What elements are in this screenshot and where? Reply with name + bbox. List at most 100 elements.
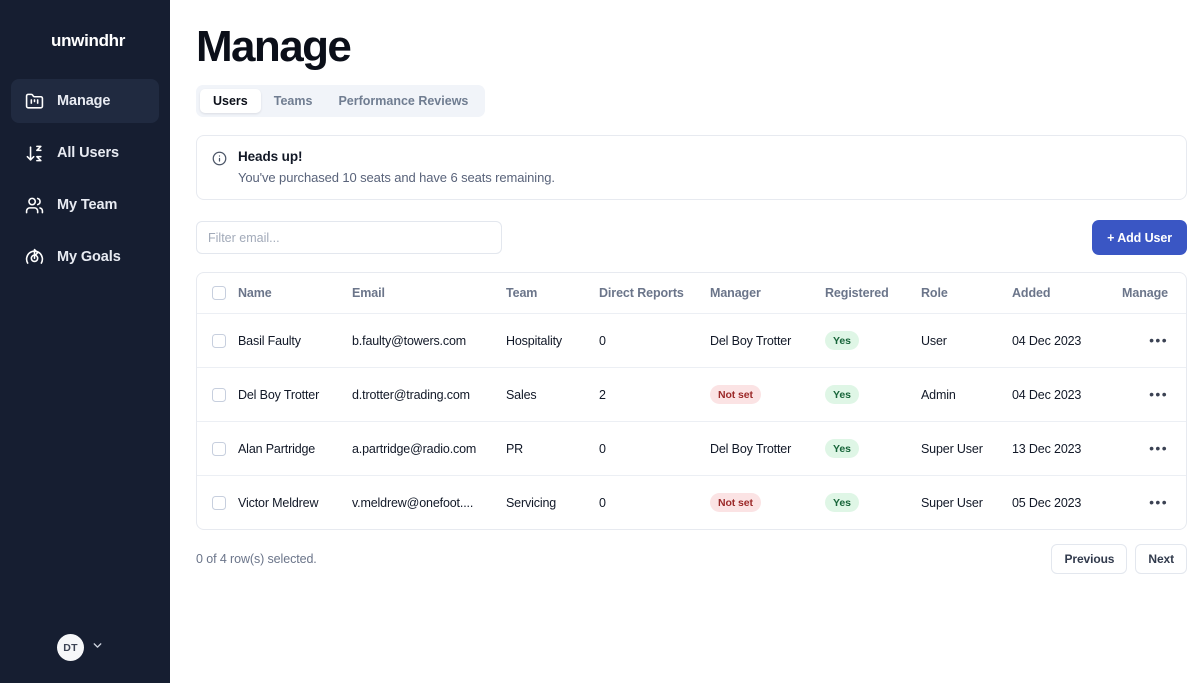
cell-team: PR: [506, 421, 599, 477]
add-user-button[interactable]: + Add User: [1092, 220, 1187, 256]
sidebar-item-my-goals[interactable]: My Goals: [11, 235, 159, 279]
cell-direct-reports: 0: [599, 421, 710, 477]
table-row: Alan Partridge a.partridge@radio.com PR …: [197, 421, 1186, 477]
cell-manage: •••: [1112, 476, 1186, 530]
row-actions-menu-icon[interactable]: •••: [1149, 441, 1168, 455]
cell-role: Super User: [921, 495, 983, 510]
cell-added: 04 Dec 2023: [1012, 367, 1112, 423]
cell-team: Sales: [506, 367, 599, 423]
cell-direct-reports: 0: [599, 495, 606, 510]
row-checkbox[interactable]: [212, 387, 226, 402]
page-title: Manage: [196, 22, 352, 71]
cell-manager: Not set: [710, 367, 825, 423]
status-badge: Yes: [825, 331, 859, 351]
cell-direct-reports: 2: [599, 367, 710, 423]
select-all-checkbox[interactable]: [212, 286, 226, 301]
status-badge: Yes: [825, 385, 859, 405]
tab-bar: Users Teams Performance Reviews: [196, 85, 486, 118]
cell-team: Hospitality: [506, 313, 599, 369]
row-select-cell: [197, 421, 238, 477]
cell-registered: Yes: [825, 367, 921, 423]
cell-direct-reports: 0: [599, 313, 710, 369]
app-logo: unwindhr: [51, 31, 126, 50]
pagination: Previous Next: [1051, 544, 1187, 575]
cell-name: Del Boy Trotter: [238, 367, 352, 423]
cell-role: User: [921, 313, 1012, 369]
next-page-button[interactable]: Next: [1135, 544, 1187, 575]
cell-manager: Not set: [710, 476, 825, 530]
cell-manage: •••: [1112, 313, 1186, 369]
row-checkbox[interactable]: [212, 495, 226, 510]
column-header-added[interactable]: Added: [1012, 273, 1112, 315]
column-header-team[interactable]: Team: [506, 273, 599, 315]
cell-email: v.meldrew@onefoot....: [352, 495, 474, 510]
column-header-email[interactable]: Email: [352, 273, 506, 315]
cell-name: Alan Partridge: [238, 421, 352, 477]
manager-not-set-badge: Not set: [710, 493, 761, 513]
sidebar-item-all-users[interactable]: All Users: [11, 131, 159, 175]
manager-not-set-badge: Not set: [710, 385, 761, 405]
goal-target-icon: [25, 248, 44, 267]
row-actions-menu-icon[interactable]: •••: [1149, 495, 1168, 509]
app-root: unwindhr Manage All Users My Team My Goa…: [0, 0, 1200, 683]
cell-email: a.partridge@radio.com: [352, 421, 506, 477]
column-header-name[interactable]: Name: [238, 273, 352, 315]
cell-manage: •••: [1112, 421, 1186, 477]
manager-value: Del Boy Trotter: [710, 333, 792, 348]
column-header-direct-reports[interactable]: Direct Reports: [599, 273, 710, 315]
filter-email-input[interactable]: [196, 221, 502, 255]
sidebar-item-manage[interactable]: Manage: [11, 79, 159, 123]
cell-added: 05 Dec 2023: [1012, 495, 1082, 510]
column-header-manager[interactable]: Manager: [710, 273, 825, 315]
cell-name: Victor Meldrew: [238, 495, 319, 510]
previous-page-button[interactable]: Previous: [1051, 544, 1128, 575]
sidebar-item-label: Manage: [57, 93, 111, 109]
cell-manager: Del Boy Trotter: [710, 421, 825, 477]
sidebar-item-label: My Goals: [57, 249, 121, 265]
tab-performance-reviews[interactable]: Performance Reviews: [325, 89, 481, 113]
cell-registered: Yes: [825, 421, 921, 477]
sidebar-item-my-team[interactable]: My Team: [11, 183, 159, 227]
cell-email: b.faulty@towers.com: [352, 313, 506, 369]
info-circle-icon: [212, 151, 227, 185]
alert-description: You've purchased 10 seats and have 6 sea…: [238, 170, 555, 186]
seats-alert: Heads up! You've purchased 10 seats and …: [196, 135, 1187, 201]
row-actions-menu-icon[interactable]: •••: [1149, 333, 1168, 347]
tab-teams[interactable]: Teams: [261, 89, 326, 113]
cell-registered: Yes: [825, 476, 921, 530]
alert-title: Heads up!: [238, 149, 303, 165]
user-menu[interactable]: DT: [57, 634, 104, 661]
cell-name: Basil Faulty: [238, 313, 352, 369]
table-toolbar: + Add User: [196, 220, 1187, 256]
row-select-cell: [197, 367, 238, 423]
cell-role: Admin: [921, 367, 1012, 423]
row-select-cell: [197, 476, 238, 530]
row-checkbox[interactable]: [212, 333, 226, 348]
row-select-cell: [197, 313, 238, 369]
cell-role: Super User: [921, 421, 1012, 477]
column-header-role[interactable]: Role: [921, 273, 1012, 315]
avatar: DT: [57, 634, 84, 661]
cell-team: Servicing: [506, 495, 557, 510]
table-header-row: Name Email Team Direct Reports Manager R…: [197, 273, 1186, 315]
main-content: Manage Users Teams Performance Reviews H…: [170, 0, 1200, 683]
sidebar-item-label: My Team: [57, 197, 118, 213]
table-row: Basil Faulty b.faulty@towers.com Hospita…: [197, 313, 1186, 369]
sidebar: unwindhr Manage All Users My Team My Goa…: [0, 0, 170, 683]
cell-added: 13 Dec 2023: [1012, 421, 1112, 477]
status-badge: Yes: [825, 493, 859, 513]
row-actions-menu-icon[interactable]: •••: [1149, 387, 1168, 401]
sidebar-item-label: All Users: [57, 145, 119, 161]
table-row: Victor Meldrew v.meldrew@onefoot.... Ser…: [197, 476, 1186, 530]
row-checkbox[interactable]: [212, 441, 226, 456]
cell-registered: Yes: [825, 313, 921, 369]
column-header-registered[interactable]: Registered: [825, 273, 921, 315]
status-badge: Yes: [825, 439, 859, 459]
table-footer: 0 of 4 row(s) selected. Previous Next: [196, 544, 1187, 575]
select-all-header: [197, 273, 238, 315]
cell-added: 04 Dec 2023: [1012, 313, 1112, 369]
users-table: Name Email Team Direct Reports Manager R…: [196, 272, 1187, 531]
cell-manager: Del Boy Trotter: [710, 313, 825, 369]
chevron-down-icon: [91, 639, 104, 657]
tab-users[interactable]: Users: [200, 89, 261, 114]
